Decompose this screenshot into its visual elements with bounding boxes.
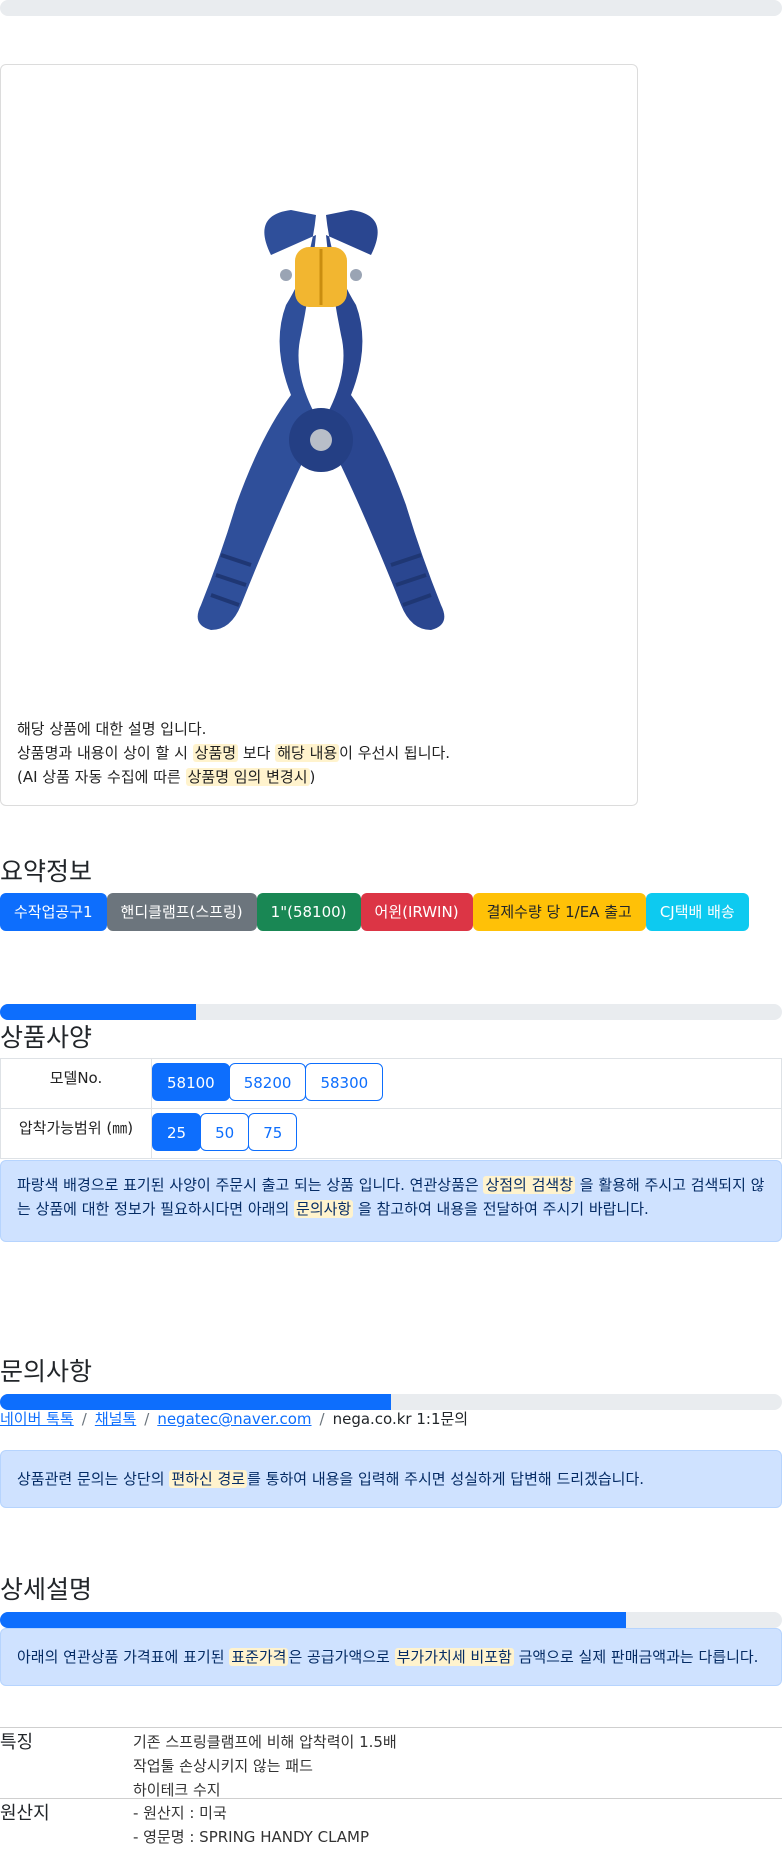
summary-badge: CJ택배 배송 bbox=[645, 893, 749, 931]
inquiry-links: 네이버 톡톡 / 채널톡 / negatec@naver.com / nega.co.kr … bbox=[0, 1408, 468, 1429]
note-text: 파랑색 배경으로 표기된 사양이 주문시 출고 되는 상품 입니다. 연관상품은 bbox=[17, 1176, 484, 1194]
spec-option-button[interactable]: 58200 bbox=[228, 1063, 307, 1101]
spec-label: 압착가능범위 (㎜) bbox=[0, 1108, 152, 1159]
specs-title: 상품사양 bbox=[0, 1023, 93, 1052]
summary-title: 요약정보 bbox=[0, 857, 93, 886]
top-progress-bar bbox=[0, 0, 782, 16]
separator: / bbox=[81, 1410, 87, 1428]
notice-line-2: 상품명과 내용이 상이 할 시 상품명 보다 해당 내용 이 우선시 됩니다. bbox=[17, 741, 450, 765]
highlight-channel: 편하신 경로 bbox=[169, 1470, 248, 1488]
feature-values: 기존 스프링클램프에 비해 압착력이 1.5배 작업툴 손상시키지 않는 패드 … bbox=[133, 1730, 397, 1802]
site-inquiry-text: nega.co.kr 1:1문의 bbox=[332, 1410, 469, 1428]
highlight-inquiry: 문의사항 bbox=[294, 1200, 354, 1218]
note-text: 금액으로 실제 판매금액과는 다릅니다. bbox=[513, 1648, 759, 1666]
notice-text: 보다 bbox=[238, 744, 276, 762]
summary-badge: 핸디클램프(스프링) bbox=[106, 893, 257, 931]
email-link[interactable]: negatec@naver.com bbox=[157, 1410, 311, 1428]
detail-title: 상세설명 bbox=[0, 1575, 93, 1604]
spec-option-button[interactable]: 50 bbox=[200, 1113, 250, 1151]
feature-row-origin: 원산지 - 원산지 : 미국 - 영문명 : SPRING HANDY CLAM… bbox=[0, 1798, 782, 1849]
summary-badge: 어윈(IRWIN) bbox=[360, 893, 473, 931]
notice-text: 상품명과 내용이 상이 할 시 bbox=[17, 744, 193, 762]
product-image-card: 해당 상품에 대한 설명 입니다. 상품명과 내용이 상이 할 시 상품명 보다… bbox=[0, 64, 638, 806]
feature-value: 작업툴 손상시키지 않는 패드 bbox=[133, 1757, 313, 1775]
detail-note: 아래의 연관상품 가격표에 표기된 표준가격 은 공급가액으로 부가가치세 비포함… bbox=[0, 1628, 782, 1686]
feature-values: - 원산지 : 미국 - 영문명 : SPRING HANDY CLAMP bbox=[133, 1801, 369, 1849]
feature-value: - 영문명 : SPRING HANDY CLAMP bbox=[133, 1828, 370, 1846]
summary-badge: 수작업공구1 bbox=[0, 893, 107, 931]
notice-line-1: 해당 상품에 대한 설명 입니다. bbox=[17, 720, 207, 738]
notice-text: ) bbox=[309, 768, 316, 786]
spec-option-button[interactable]: 58300 bbox=[305, 1063, 384, 1101]
naver-talk-link[interactable]: 네이버 톡톡 bbox=[0, 1410, 74, 1428]
spec-table: 모델No. 58100 58200 58300 압착가능범위 (㎜) 25 50 75 bbox=[0, 1058, 782, 1159]
summary-badge: 결제수량 당 1/EA 출고 bbox=[472, 893, 646, 931]
channel-talk-link[interactable]: 채널톡 bbox=[95, 1410, 136, 1428]
feature-key: 특징 bbox=[0, 1732, 34, 1753]
feature-value: 기존 스프링클램프에 비해 압착력이 1.5배 bbox=[133, 1733, 397, 1751]
spec-options: 25 50 75 bbox=[151, 1108, 782, 1159]
inquiry-title: 문의사항 bbox=[0, 1357, 93, 1386]
spec-option-button[interactable]: 75 bbox=[248, 1113, 298, 1151]
highlight-name-change: 상품명 임의 변경시 bbox=[185, 768, 310, 786]
highlight-search: 상점의 검색창 bbox=[483, 1176, 576, 1194]
feature-row-features: 특징 기존 스프링클램프에 비해 압착력이 1.5배 작업툴 손상시키지 않는 … bbox=[0, 1727, 782, 1799]
feature-value: - 원산지 : 미국 bbox=[133, 1804, 227, 1822]
separator: / bbox=[144, 1410, 150, 1428]
note-text: 은 공급가액으로 bbox=[288, 1648, 395, 1666]
spring-clamp-image bbox=[197, 210, 445, 630]
notice-line-3: (AI 상품 자동 수집에 따른 상품명 임의 변경시) bbox=[17, 765, 450, 789]
note-text: 을 참고하여 내용을 전달하여 주시기 바랍니다. bbox=[353, 1200, 649, 1218]
detail-progress-bar bbox=[0, 1612, 782, 1628]
highlight-product-name: 상품명 bbox=[192, 744, 239, 762]
spec-option-button[interactable]: 58100 bbox=[152, 1063, 230, 1101]
product-notice: 해당 상품에 대한 설명 입니다. 상품명과 내용이 상이 할 시 상품명 보다… bbox=[17, 717, 450, 789]
highlight-vat: 부가가치세 비포함 bbox=[394, 1648, 514, 1666]
note-text: 아래의 연관상품 가격표에 표기된 bbox=[17, 1648, 230, 1666]
note-text: 를 통하여 내용을 입력해 주시면 성실하게 답변해 드리겠습니다. bbox=[247, 1470, 645, 1488]
notice-text: (AI 상품 자동 수집에 따른 bbox=[17, 768, 186, 786]
highlight-standard-price: 표준가격 bbox=[229, 1648, 289, 1666]
spec-row: 압착가능범위 (㎜) 25 50 75 bbox=[0, 1108, 782, 1159]
spec-options: 58100 58200 58300 bbox=[151, 1058, 782, 1109]
detail-progress-fill bbox=[0, 1612, 626, 1628]
notice-text: 이 우선시 됩니다. bbox=[339, 744, 451, 762]
feature-key: 원산지 bbox=[0, 1803, 50, 1824]
spec-label: 모델No. bbox=[0, 1058, 152, 1109]
spec-row: 모델No. 58100 58200 58300 bbox=[0, 1058, 782, 1109]
spec-option-button[interactable]: 25 bbox=[152, 1113, 202, 1151]
spec-note: 파랑색 배경으로 표기된 사양이 주문시 출고 되는 상품 입니다. 연관상품은… bbox=[0, 1160, 782, 1242]
summary-badges: 수작업공구1 핸디클램프(스프링) 1"(58100) 어윈(IRWIN) 결제수량 당… bbox=[0, 893, 749, 931]
highlight-content: 해당 내용 bbox=[275, 744, 340, 762]
summary-badge: 1"(58100) bbox=[256, 893, 361, 931]
separator: / bbox=[319, 1410, 325, 1428]
note-text: 상품관련 문의는 상단의 bbox=[17, 1470, 170, 1488]
specs-progress-bar bbox=[0, 1004, 782, 1020]
inquiry-note: 상품관련 문의는 상단의 편하신 경로 를 통하여 내용을 입력해 주시면 성실하… bbox=[0, 1450, 782, 1508]
